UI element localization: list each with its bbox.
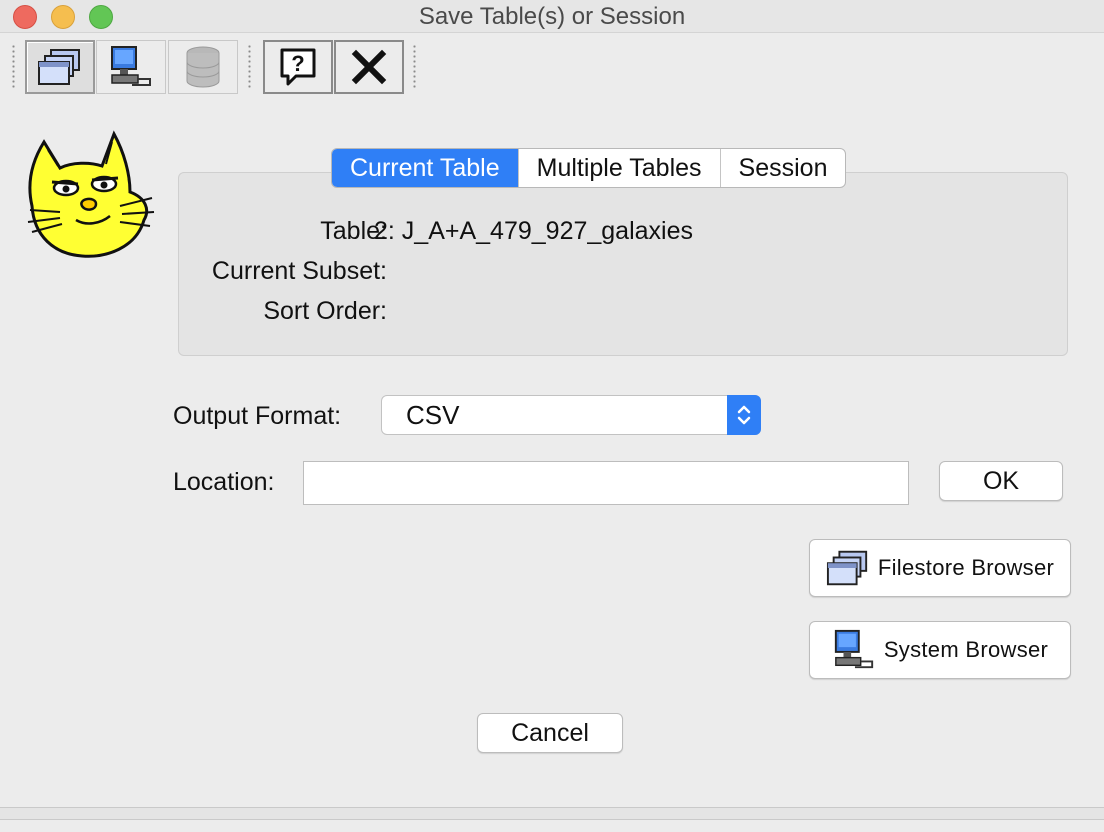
output-format-label: Output Format: [173,402,342,430]
current-table-panel: Table: 2: J_A+A_479_927_galaxies Current… [178,172,1068,356]
tab-current-table[interactable]: Current Table [332,149,518,187]
toolbar: ? [0,36,1104,100]
sort-row: Sort Order: [147,297,997,331]
topcat-logo [27,130,155,258]
tab-multiple-tables[interactable]: Multiple Tables [517,149,720,187]
table-value: 2: J_A+A_479_927_galaxies [374,217,694,245]
database-icon [186,46,220,88]
window-title: Save Table(s) or Session [418,3,686,30]
ok-button[interactable]: OK [939,461,1063,501]
tab-bar: Current Table Multiple Tables Session [331,148,847,188]
title-bar: Save Table(s) or Session [0,0,1104,33]
filestore-browser-button[interactable]: Filestore Browser [809,539,1071,597]
sort-label: Sort Order: [263,297,387,325]
computer-icon [832,628,876,672]
filestore-browser-tool[interactable] [25,40,95,94]
table-label: Table: [320,217,387,245]
folder-icon [38,49,80,85]
subset-label: Current Subset: [211,257,387,285]
system-browser-tool[interactable] [96,40,166,94]
tab-session[interactable]: Session [719,149,846,187]
close-tool[interactable] [334,40,404,94]
computer-icon [111,46,151,86]
filestore-browser-label: Filestore Browser [877,555,1055,580]
toolbar-grip[interactable] [248,44,251,88]
panel-content: Table: 2: J_A+A_479_927_galaxies Current… [187,207,1059,347]
location-input[interactable] [303,461,909,505]
help-icon: ? [280,48,316,86]
table-row: Table: 2: J_A+A_479_927_galaxies [147,217,997,251]
chevron-up-down-icon [727,395,761,435]
folder-icon [826,548,870,588]
subset-row: Current Subset: [147,257,997,291]
help-tool[interactable]: ? [263,40,333,94]
save-dialog-window: Save Table(s) or Session ? Table: 2: J_A… [0,0,1104,832]
system-browser-button[interactable]: System Browser [809,621,1071,679]
close-icon [351,49,387,85]
database-tool[interactable] [168,40,238,94]
system-browser-label: System Browser [883,637,1049,662]
toolbar-grip[interactable] [413,44,416,88]
output-format-select[interactable]: CSV [381,395,761,435]
toolbar-grip[interactable] [12,44,15,88]
status-bar [0,807,1104,820]
ok-label: OK [982,466,1020,495]
cancel-button[interactable]: Cancel [477,713,623,753]
svg-text:?: ? [291,51,304,76]
location-label: Location: [173,468,275,496]
cancel-label: Cancel [511,718,589,747]
output-format-value: CSV [406,400,460,430]
